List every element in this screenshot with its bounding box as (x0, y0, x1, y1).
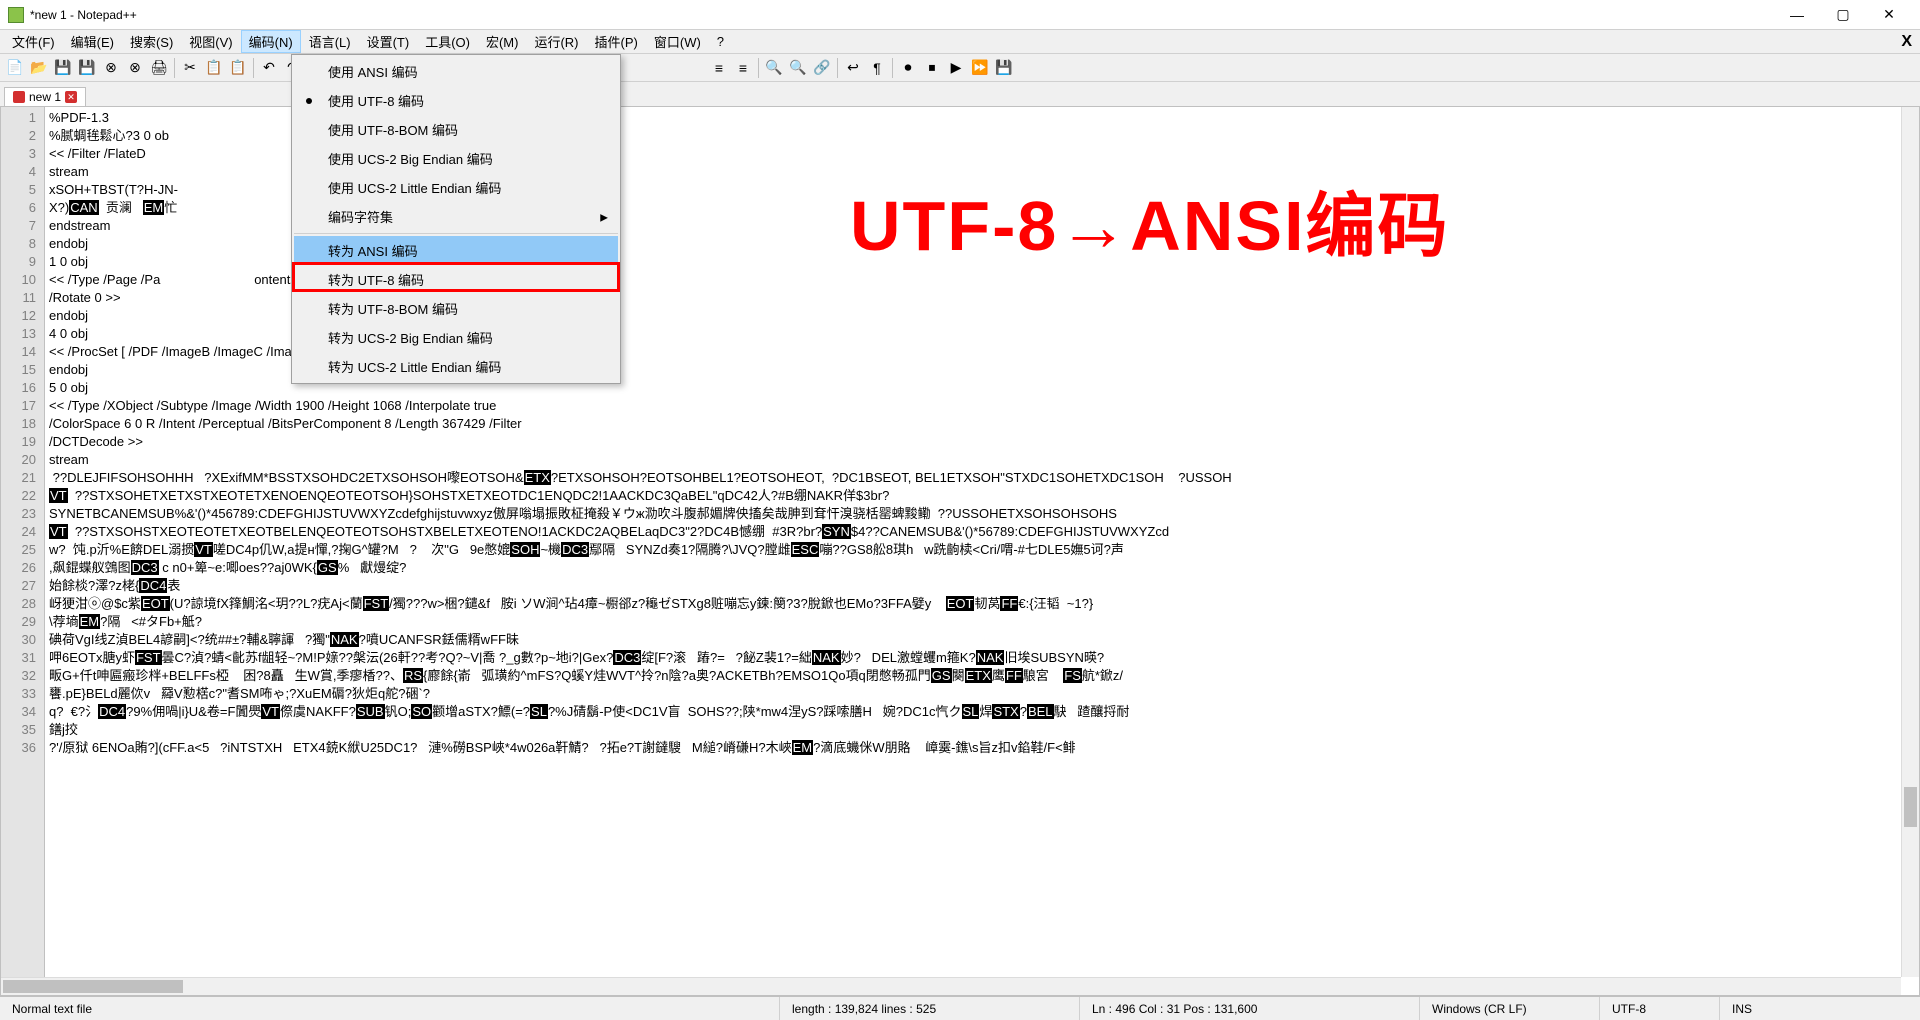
encoding-menu-item[interactable]: 转为 UCS-2 Big Endian 编码 (294, 323, 618, 352)
menu-bar: 文件(F)编辑(E)搜索(S)视图(V)编码(N)语言(L)设置(T)工具(O)… (0, 30, 1920, 54)
menu-item[interactable]: 插件(P) (587, 30, 646, 53)
show-all-chars-button[interactable]: ¶ (866, 57, 888, 79)
menu-item[interactable]: 宏(M) (478, 30, 527, 53)
encoding-menu-item[interactable]: 使用 UTF-8-BOM 编码 (294, 115, 618, 144)
zoom-in-button[interactable]: 🔍 (763, 57, 785, 79)
play-macro-button[interactable]: ▶ (945, 57, 967, 79)
new-file-button[interactable]: 📄 (4, 57, 26, 79)
app-icon (8, 7, 24, 23)
outdent-button[interactable]: ≡ (732, 57, 754, 79)
menu-item[interactable]: 语言(L) (301, 30, 359, 53)
encoding-menu-item[interactable]: 使用 ANSI 编码 (294, 57, 618, 86)
encoding-menu-item[interactable]: 转为 ANSI 编码 (294, 236, 618, 265)
print-button[interactable]: 🖨 (148, 57, 170, 79)
menu-item[interactable]: 设置(T) (359, 30, 418, 53)
stop-macro-button[interactable]: ⏹ (921, 57, 943, 79)
cut-button[interactable]: ✂ (179, 57, 201, 79)
tab-label: new 1 (29, 90, 61, 104)
title-bar: *new 1 - Notepad++ — ▢ ✕ (0, 0, 1920, 30)
status-insert-mode: INS (1720, 997, 1920, 1020)
menu-item[interactable]: 编辑(E) (63, 30, 122, 53)
wrap-button[interactable]: ↩ (842, 57, 864, 79)
menu-item[interactable]: ? (709, 32, 732, 51)
menu-item[interactable]: 工具(O) (417, 30, 478, 53)
minimize-button[interactable]: — (1774, 0, 1820, 30)
close-all-button[interactable]: ⊗ (124, 57, 146, 79)
save-all-button[interactable]: 💾 (76, 57, 98, 79)
status-bar: Normal text file length : 139,824 lines … (0, 996, 1920, 1020)
vertical-scrollbar[interactable] (1901, 107, 1919, 977)
maximize-button[interactable]: ▢ (1820, 0, 1866, 30)
toolbar: 📄 📂 💾 💾 ⊗ ⊗ 🖨 ✂ 📋 📋 ↶ ↷ ≡ ≡ 🔍 🔍 🔗 ↩ ¶ ⏺ … (0, 54, 1920, 82)
undo-button[interactable]: ↶ (258, 57, 280, 79)
record-macro-button[interactable]: ⏺ (897, 57, 919, 79)
menu-item[interactable]: 文件(F) (4, 30, 63, 53)
menu-item[interactable]: 窗口(W) (646, 30, 709, 53)
zoom-out-button[interactable]: 🔍 (787, 57, 809, 79)
menu-item[interactable]: 视图(V) (181, 30, 240, 53)
indent-button[interactable]: ≡ (708, 57, 730, 79)
sync-button[interactable]: 🔗 (811, 57, 833, 79)
annotation-text: UTF-8→ANSI编码 (850, 170, 1450, 271)
tab-bar: new 1 ✕ (0, 82, 1920, 106)
modified-indicator-icon (13, 91, 25, 103)
save-macro-button[interactable]: 💾 (993, 57, 1015, 79)
save-button[interactable]: 💾 (52, 57, 74, 79)
file-tab[interactable]: new 1 ✕ (4, 87, 86, 106)
horizontal-scrollbar[interactable] (1, 977, 1901, 995)
status-eol: Windows (CR LF) (1420, 997, 1600, 1020)
encoding-menu-item[interactable]: 使用 UCS-2 Little Endian 编码 (294, 173, 618, 202)
encoding-menu-item[interactable]: 转为 UTF-8 编码 (294, 265, 618, 294)
status-position: Ln : 496 Col : 31 Pos : 131,600 (1080, 997, 1420, 1020)
copy-button[interactable]: 📋 (203, 57, 225, 79)
menu-item[interactable]: 运行(R) (526, 30, 586, 53)
menu-item[interactable]: 编码(N) (241, 30, 301, 53)
encoding-menu: 使用 ANSI 编码使用 UTF-8 编码使用 UTF-8-BOM 编码使用 U… (291, 54, 621, 384)
open-file-button[interactable]: 📂 (28, 57, 50, 79)
encoding-menu-item[interactable]: 转为 UTF-8-BOM 编码 (294, 294, 618, 323)
status-mode: Normal text file (0, 997, 780, 1020)
encoding-menu-item[interactable]: 使用 UTF-8 编码 (294, 86, 618, 115)
menu-item[interactable]: 搜索(S) (122, 30, 181, 53)
close-button[interactable]: ✕ (1866, 0, 1912, 30)
tab-close-icon[interactable]: ✕ (65, 91, 77, 103)
document-close-icon[interactable]: X (1901, 33, 1912, 51)
line-number-gutter: 1234567891011121314151617181920212223242… (1, 107, 45, 995)
status-length: length : 139,824 lines : 525 (780, 997, 1080, 1020)
encoding-menu-item[interactable]: 使用 UCS-2 Big Endian 编码 (294, 144, 618, 173)
close-file-button[interactable]: ⊗ (100, 57, 122, 79)
encoding-menu-item[interactable]: 编码字符集▶ (294, 202, 618, 234)
status-encoding: UTF-8 (1600, 997, 1720, 1020)
play-multi-button[interactable]: ⏩ (969, 57, 991, 79)
encoding-menu-item[interactable]: 转为 UCS-2 Little Endian 编码 (294, 352, 618, 381)
paste-button[interactable]: 📋 (227, 57, 249, 79)
window-title: *new 1 - Notepad++ (30, 8, 1774, 22)
